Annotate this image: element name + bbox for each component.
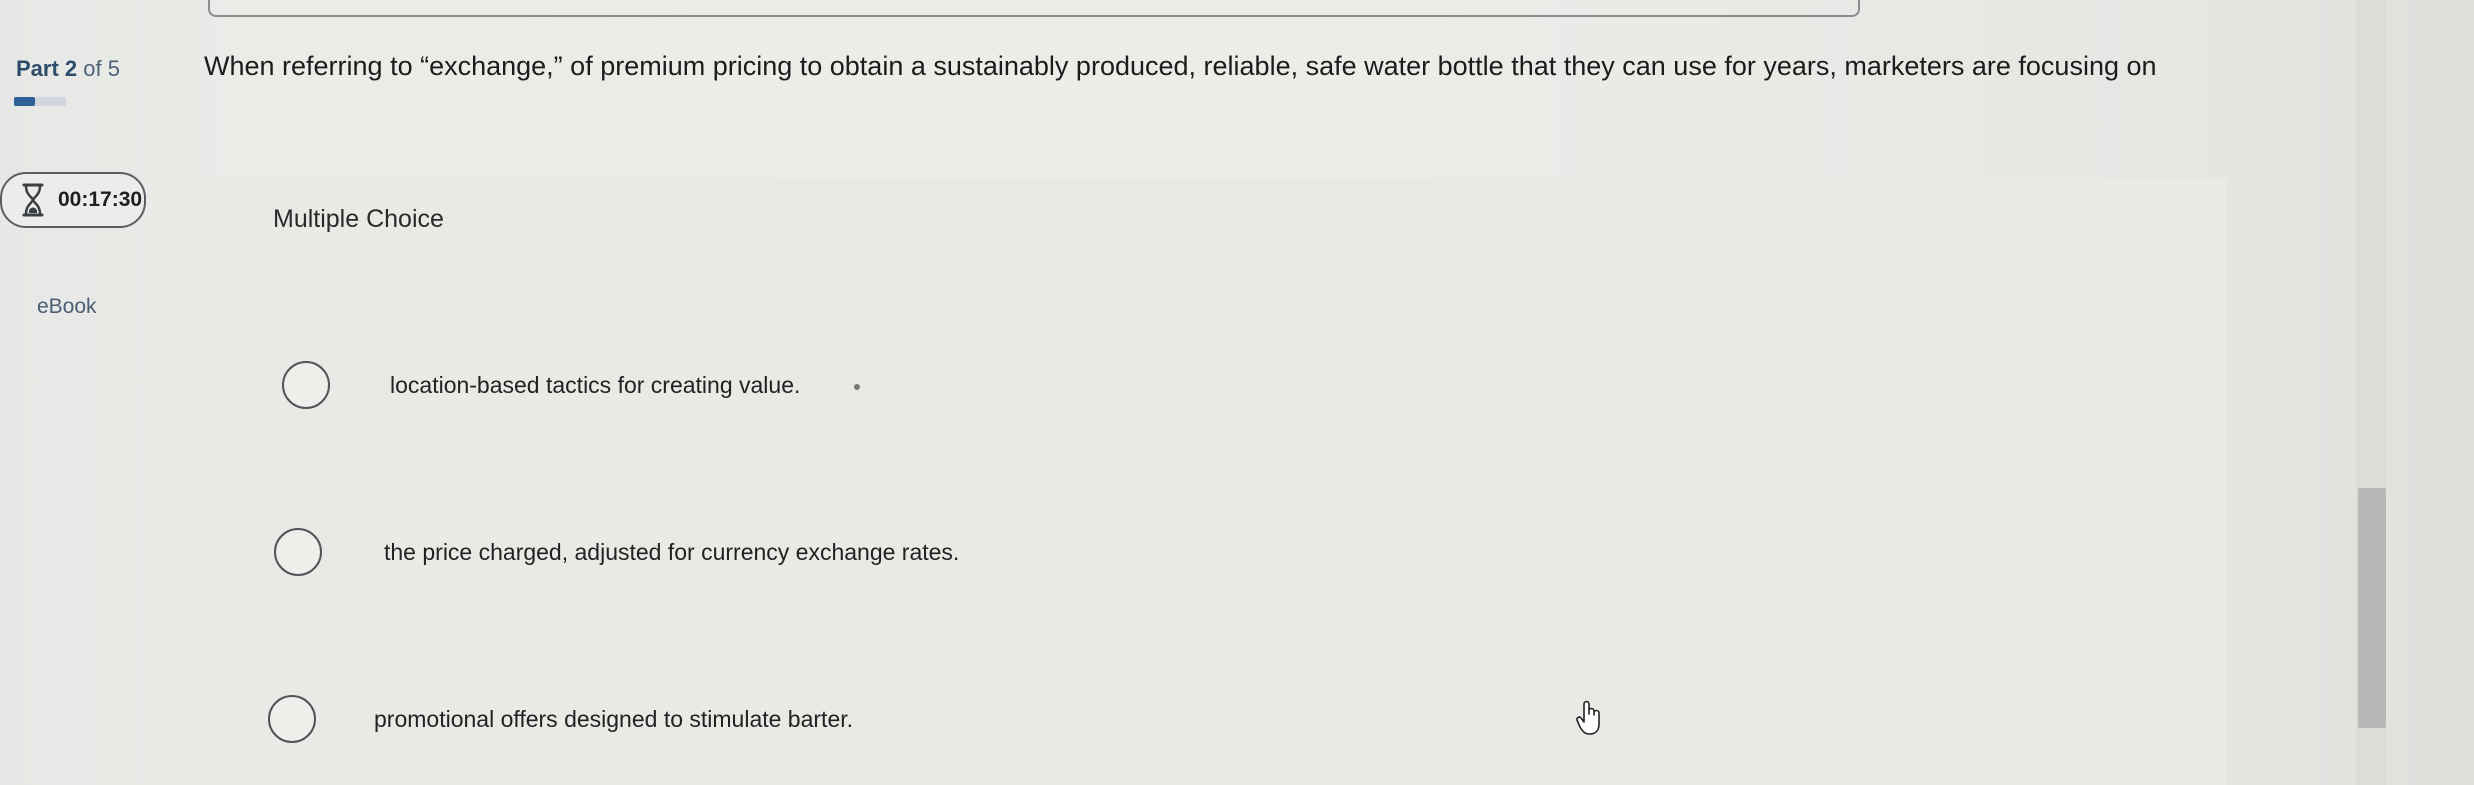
header-frame bbox=[208, 0, 1860, 17]
timer[interactable]: 00:17:30 bbox=[0, 172, 146, 228]
hand-cursor-icon bbox=[1576, 700, 1602, 736]
question-text: When referring to “exchange,” of premium… bbox=[204, 51, 2157, 81]
part-progress-fill bbox=[14, 97, 35, 106]
ebook-link[interactable]: eBook bbox=[37, 295, 97, 319]
part-progress-bar bbox=[14, 97, 66, 106]
answer-option-label: the price charged, adjusted for currency… bbox=[384, 538, 960, 565]
timer-value: 00:17:30 bbox=[58, 188, 143, 211]
answer-option-label: location-based tactics for creating valu… bbox=[390, 371, 801, 398]
radio-button[interactable] bbox=[282, 361, 330, 409]
answer-option[interactable]: promotional offers designed to stimulate… bbox=[268, 695, 853, 743]
answer-option[interactable]: the price charged, adjusted for currency… bbox=[274, 528, 959, 576]
stray-dot bbox=[854, 384, 860, 390]
answer-option-label: promotional offers designed to stimulate… bbox=[374, 705, 854, 732]
part-indicator: Part 2 of 5 bbox=[16, 56, 120, 82]
choice-panel bbox=[198, 178, 2226, 785]
radio-button[interactable] bbox=[268, 695, 316, 743]
part-label: Part bbox=[16, 56, 59, 81]
answer-option[interactable]: location-based tactics for creating valu… bbox=[282, 361, 800, 409]
question-type-label: Multiple Choice bbox=[273, 205, 444, 233]
part-total: of 5 bbox=[83, 56, 120, 81]
radio-button[interactable] bbox=[274, 528, 322, 576]
hourglass-icon bbox=[22, 183, 44, 217]
part-number: 2 bbox=[64, 56, 78, 81]
scrollbar-thumb[interactable] bbox=[2358, 488, 2386, 728]
